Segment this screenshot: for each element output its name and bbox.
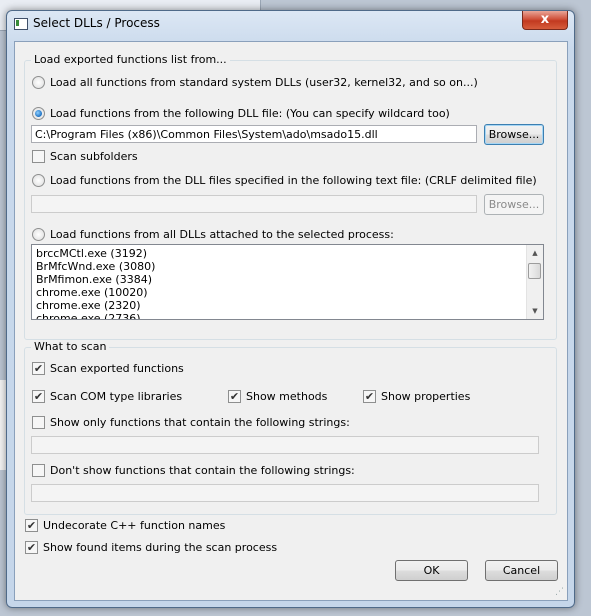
cancel-button[interactable]: Cancel xyxy=(485,560,558,581)
scan-exported-checkbox[interactable]: ✔ xyxy=(32,362,45,375)
app-icon xyxy=(14,18,28,30)
option-process-label: Load functions from all DLLs attached to… xyxy=(50,228,394,241)
show-properties-option[interactable]: ✔ Show properties xyxy=(363,390,470,403)
radio-process[interactable] xyxy=(32,228,45,241)
list-item[interactable]: chrome.exe (2736) xyxy=(32,312,543,319)
scroll-thumb[interactable] xyxy=(528,263,541,279)
radio-dll-file[interactable] xyxy=(32,107,45,120)
show-only-option[interactable]: Show only functions that contain the fol… xyxy=(32,416,350,429)
scan-com-checkbox[interactable]: ✔ xyxy=(32,390,45,403)
undecorate-checkbox[interactable]: ✔ xyxy=(25,519,38,532)
scan-com-label: Scan COM type libraries xyxy=(50,390,183,403)
list-item[interactable]: BrMfimon.exe (3384) xyxy=(32,273,543,286)
scan-subfolders-label: Scan subfolders xyxy=(50,150,138,163)
dont-show-input[interactable] xyxy=(31,484,539,502)
dont-show-label: Don't show functions that contain the fo… xyxy=(50,464,355,477)
close-button[interactable]: x xyxy=(522,11,568,30)
scan-exported-option[interactable]: ✔ Scan exported functions xyxy=(32,362,184,375)
undecorate-label: Undecorate C++ function names xyxy=(43,519,226,532)
dll-path-input[interactable]: C:\Program Files (x86)\Common Files\Syst… xyxy=(31,125,477,143)
list-item[interactable]: chrome.exe (2320) xyxy=(32,299,543,312)
show-found-checkbox[interactable]: ✔ xyxy=(25,541,38,554)
scan-com-option[interactable]: ✔ Scan COM type libraries xyxy=(32,390,182,403)
option-dll-file-label: Load functions from the following DLL fi… xyxy=(50,107,450,120)
list-item[interactable]: chrome.exe (10020) xyxy=(32,286,543,299)
scan-subfolders-option[interactable]: Scan subfolders xyxy=(32,150,138,163)
dont-show-option[interactable]: Don't show functions that contain the fo… xyxy=(32,464,355,477)
browse-text-file-button[interactable]: Browse... xyxy=(484,194,544,215)
ok-button[interactable]: OK xyxy=(395,560,468,581)
show-methods-option[interactable]: ✔ Show methods xyxy=(228,390,327,403)
show-only-label: Show only functions that contain the fol… xyxy=(50,416,350,429)
dialog-client-area: Load exported functions list from... Loa… xyxy=(14,41,568,601)
radio-all-system-dlls[interactable] xyxy=(32,76,45,89)
select-dlls-dialog: Select DLLs / Process x Load exported fu… xyxy=(6,10,575,608)
load-group-title: Load exported functions list from... xyxy=(31,53,230,66)
scan-exported-label: Scan exported functions xyxy=(50,362,184,375)
dont-show-checkbox[interactable] xyxy=(32,464,45,477)
show-properties-label: Show properties xyxy=(381,390,471,403)
option-text-file-label: Load functions from the DLL files specif… xyxy=(50,174,537,187)
browse-dll-button[interactable]: Browse... xyxy=(484,124,544,145)
process-list-scrollbar[interactable]: ▲ ▼ xyxy=(526,245,543,319)
option-text-file[interactable]: Load functions from the DLL files specif… xyxy=(32,174,537,187)
what-to-scan-group: What to scan ✔ Scan exported functions ✔… xyxy=(24,340,557,515)
show-only-input[interactable] xyxy=(31,436,539,454)
list-item[interactable]: brccMCtl.exe (3192) xyxy=(32,247,543,260)
show-found-label: Show found items during the scan process xyxy=(43,541,278,554)
close-icon: x xyxy=(540,12,550,27)
show-found-option[interactable]: ✔ Show found items during the scan proce… xyxy=(25,541,277,554)
scan-group-title: What to scan xyxy=(31,340,110,353)
scroll-down-icon[interactable]: ▼ xyxy=(527,303,543,319)
show-only-checkbox[interactable] xyxy=(32,416,45,429)
scan-subfolders-checkbox[interactable] xyxy=(32,150,45,163)
text-file-input[interactable] xyxy=(31,195,477,213)
option-dll-file[interactable]: Load functions from the following DLL fi… xyxy=(32,107,450,120)
show-methods-checkbox[interactable]: ✔ xyxy=(228,390,241,403)
process-list[interactable]: brccMCtl.exe (3192) BrMfcWnd.exe (3080) … xyxy=(31,244,544,320)
undecorate-option[interactable]: ✔ Undecorate C++ function names xyxy=(25,519,225,532)
list-item[interactable]: BrMfcWnd.exe (3080) xyxy=(32,260,543,273)
title-bar[interactable]: Select DLLs / Process x xyxy=(7,11,574,37)
scroll-up-icon[interactable]: ▲ xyxy=(527,245,543,261)
show-methods-label: Show methods xyxy=(246,390,328,403)
option-all-system-dlls[interactable]: Load all functions from standard system … xyxy=(32,76,478,89)
load-functions-group: Load exported functions list from... Loa… xyxy=(24,53,557,340)
show-properties-checkbox[interactable]: ✔ xyxy=(363,390,376,403)
option-all-system-dlls-label: Load all functions from standard system … xyxy=(50,76,478,89)
resize-grip-icon[interactable]: ⋰ xyxy=(554,587,564,597)
radio-text-file[interactable] xyxy=(32,174,45,187)
process-list-items: brccMCtl.exe (3192) BrMfcWnd.exe (3080) … xyxy=(32,245,543,319)
window-title: Select DLLs / Process xyxy=(33,16,160,30)
option-process[interactable]: Load functions from all DLLs attached to… xyxy=(32,228,394,241)
